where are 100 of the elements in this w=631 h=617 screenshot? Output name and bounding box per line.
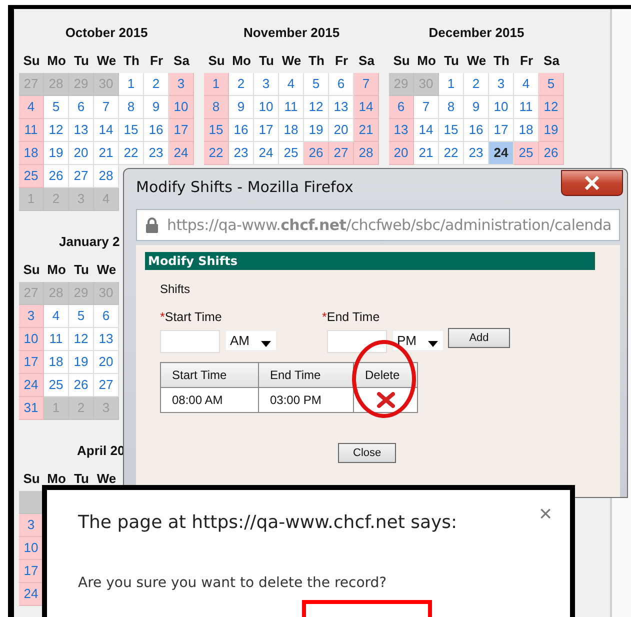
day-cell[interactable]: 3	[19, 305, 44, 328]
day-cell[interactable]: 27	[69, 165, 94, 188]
day-cell[interactable]: 19	[44, 142, 69, 165]
day-cell[interactable]: 4	[514, 73, 539, 96]
day-cell[interactable]: 16	[229, 119, 254, 142]
day-cell[interactable]: 31	[19, 397, 44, 420]
day-cell[interactable]: 10	[169, 96, 194, 119]
day-cell[interactable]: 24	[19, 583, 44, 606]
day-cell[interactable]: 20	[94, 351, 119, 374]
day-cell[interactable]: 17	[489, 119, 514, 142]
day-cell[interactable]: 21	[94, 142, 119, 165]
day-cell[interactable]: 19	[69, 351, 94, 374]
day-cell[interactable]: 3	[169, 73, 194, 96]
day-cell[interactable]: 12	[539, 96, 564, 119]
day-cell[interactable]: 14	[414, 119, 439, 142]
day-cell[interactable]: 10	[254, 96, 279, 119]
day-cell[interactable]: 9	[144, 96, 169, 119]
day-cell[interactable]: 14	[94, 119, 119, 142]
start-time-field[interactable]	[160, 330, 220, 353]
day-cell[interactable]: 18	[514, 119, 539, 142]
day-cell[interactable]: 23	[229, 142, 254, 165]
day-cell[interactable]: 6	[94, 305, 119, 328]
day-cell[interactable]: 24	[169, 142, 194, 165]
address-bar[interactable]: https://qa-www.chcf.net/chcfweb/sbc/administration/calenda	[136, 209, 620, 241]
day-cell[interactable]: 18	[279, 119, 304, 142]
day-cell[interactable]: 22	[119, 142, 144, 165]
day-cell[interactable]: 20	[329, 119, 354, 142]
day-cell[interactable]: 17	[254, 119, 279, 142]
day-cell[interactable]: 26	[304, 142, 329, 165]
day-cell[interactable]: 1	[119, 73, 144, 96]
day-cell[interactable]: 12	[304, 96, 329, 119]
day-cell[interactable]: 25	[279, 142, 304, 165]
day-cell[interactable]: 7	[414, 96, 439, 119]
day-cell[interactable]: 8	[119, 96, 144, 119]
day-cell[interactable]: 5	[69, 305, 94, 328]
day-cell[interactable]: 5	[304, 73, 329, 96]
day-cell[interactable]: 25	[19, 165, 44, 188]
day-cell[interactable]: 11	[19, 119, 44, 142]
day-cell[interactable]: 5	[539, 73, 564, 96]
day-cell[interactable]: 4	[44, 305, 69, 328]
period-select[interactable]: AM	[225, 330, 277, 351]
day-cell[interactable]: 27	[329, 142, 354, 165]
day-cell[interactable]: 8	[439, 96, 464, 119]
day-cell[interactable]: 10	[19, 328, 44, 351]
day-cell[interactable]: 6	[389, 96, 414, 119]
day-cell[interactable]: 13	[94, 328, 119, 351]
day-cell[interactable]: 16	[464, 119, 489, 142]
day-cell[interactable]: 17	[19, 351, 44, 374]
day-cell[interactable]: 18	[19, 142, 44, 165]
day-cell[interactable]: 20	[389, 142, 414, 165]
day-cell[interactable]: 21	[354, 119, 379, 142]
day-cell[interactable]: 6	[329, 73, 354, 96]
day-cell[interactable]: 15	[439, 119, 464, 142]
day-cell[interactable]: 28	[354, 142, 379, 165]
day-cell[interactable]: 2	[464, 73, 489, 96]
day-cell[interactable]: 22	[439, 142, 464, 165]
day-cell[interactable]: 26	[539, 142, 564, 165]
day-cell[interactable]: 15	[204, 119, 229, 142]
day-cell[interactable]: 13	[389, 119, 414, 142]
close-button[interactable]	[561, 170, 623, 196]
day-cell[interactable]: 9	[229, 96, 254, 119]
day-cell[interactable]: 1	[204, 73, 229, 96]
day-cell[interactable]: 22	[204, 142, 229, 165]
day-cell[interactable]: 25	[44, 374, 69, 397]
day-cell[interactable]: 24	[489, 142, 514, 165]
day-cell[interactable]: 18	[44, 351, 69, 374]
period-select[interactable]: PM	[392, 330, 444, 351]
day-cell[interactable]: 26	[44, 165, 69, 188]
day-cell[interactable]: 4	[19, 96, 44, 119]
day-cell[interactable]: 17	[169, 119, 194, 142]
day-cell[interactable]: 25	[514, 142, 539, 165]
day-cell[interactable]: 2	[229, 73, 254, 96]
close-button[interactable]: Close	[338, 443, 396, 463]
day-cell[interactable]: 13	[69, 119, 94, 142]
day-cell[interactable]: 14	[354, 96, 379, 119]
day-cell[interactable]: 11	[279, 96, 304, 119]
day-cell[interactable]: 23	[464, 142, 489, 165]
day-cell[interactable]: 28	[94, 165, 119, 188]
day-cell[interactable]: 21	[414, 142, 439, 165]
day-cell[interactable]: 10	[19, 537, 44, 560]
day-cell[interactable]: 11	[514, 96, 539, 119]
day-cell[interactable]: 26	[69, 374, 94, 397]
day-cell[interactable]: 16	[144, 119, 169, 142]
day-cell[interactable]: 7	[94, 96, 119, 119]
day-cell[interactable]: 3	[489, 73, 514, 96]
day-cell[interactable]: 3	[254, 73, 279, 96]
day-cell[interactable]: 1	[439, 73, 464, 96]
day-cell[interactable]: 12	[44, 119, 69, 142]
day-cell[interactable]: 20	[69, 142, 94, 165]
day-cell[interactable]: 13	[329, 96, 354, 119]
close-button[interactable]: ×	[539, 503, 552, 525]
day-cell[interactable]: 24	[19, 374, 44, 397]
day-cell[interactable]: 27	[94, 374, 119, 397]
day-cell[interactable]: 7	[354, 73, 379, 96]
day-cell[interactable]: 17	[19, 560, 44, 583]
day-cell[interactable]: 3	[19, 514, 44, 537]
day-cell[interactable]: 5	[44, 96, 69, 119]
day-cell[interactable]: 23	[144, 142, 169, 165]
day-cell[interactable]: 2	[144, 73, 169, 96]
day-cell[interactable]: 8	[204, 96, 229, 119]
